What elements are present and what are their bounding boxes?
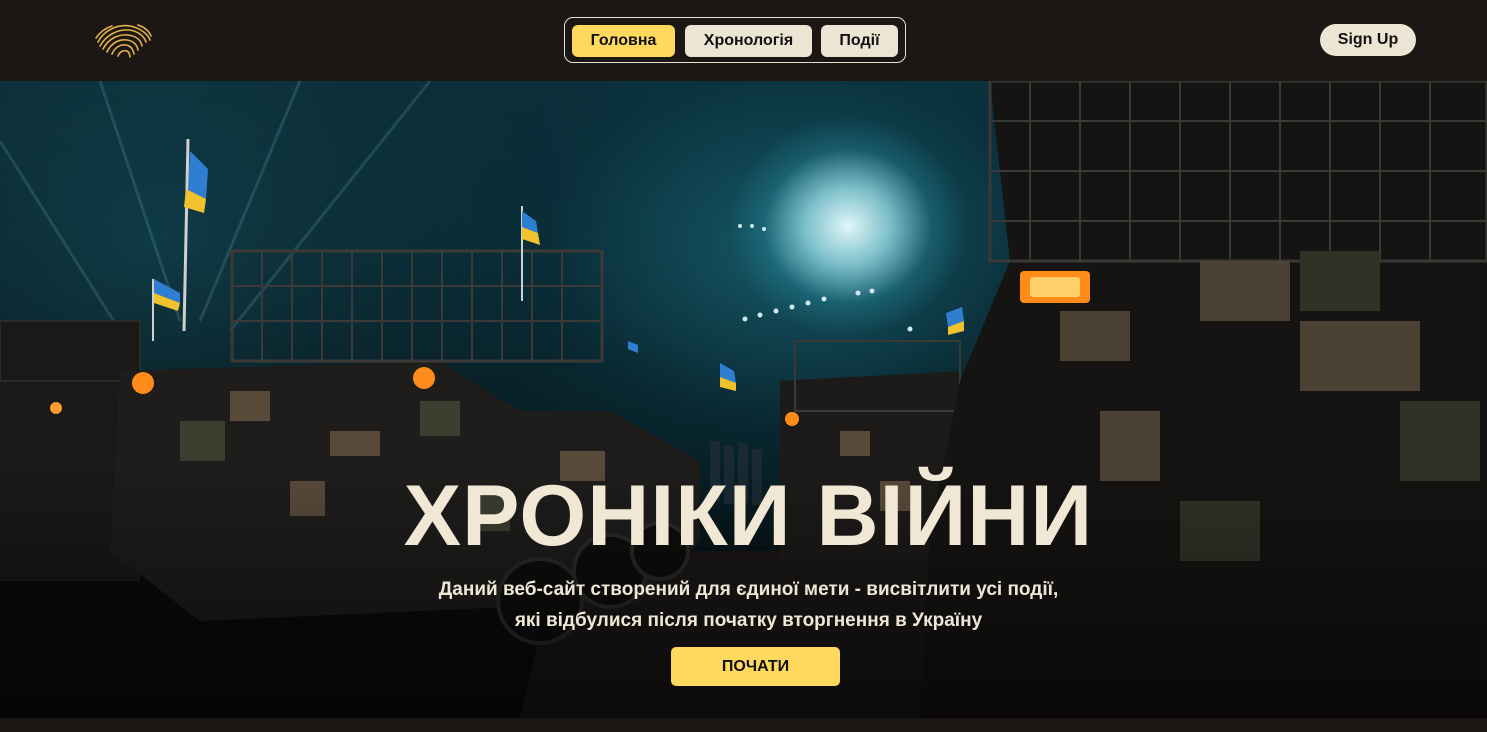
fingerprint-logo-icon[interactable] [94,20,152,60]
tab-chronology[interactable]: Хронологія [685,25,812,57]
hero-subtitle-line2: які відбулися після початку вторгнення в… [514,610,983,631]
top-navbar: Головна Хронологія Події Sign Up [0,0,1487,81]
signup-button[interactable]: Sign Up [1320,24,1416,56]
nav-tabs-group: Головна Хронологія Події [564,17,906,63]
hero-subtitle-line1: Даний веб-сайт створений для єдиної мети… [438,579,1059,600]
tab-home[interactable]: Головна [572,25,675,57]
tab-events[interactable]: Події [821,25,898,57]
hero-section: ХРОНІКИ ВІЙНИ Даний веб-сайт створений д… [0,81,1487,718]
hero-title: ХРОНІКИ ВІЙНИ [403,468,1094,564]
start-button[interactable]: ПОЧАТИ [671,647,840,686]
bottom-strip [0,718,1487,732]
